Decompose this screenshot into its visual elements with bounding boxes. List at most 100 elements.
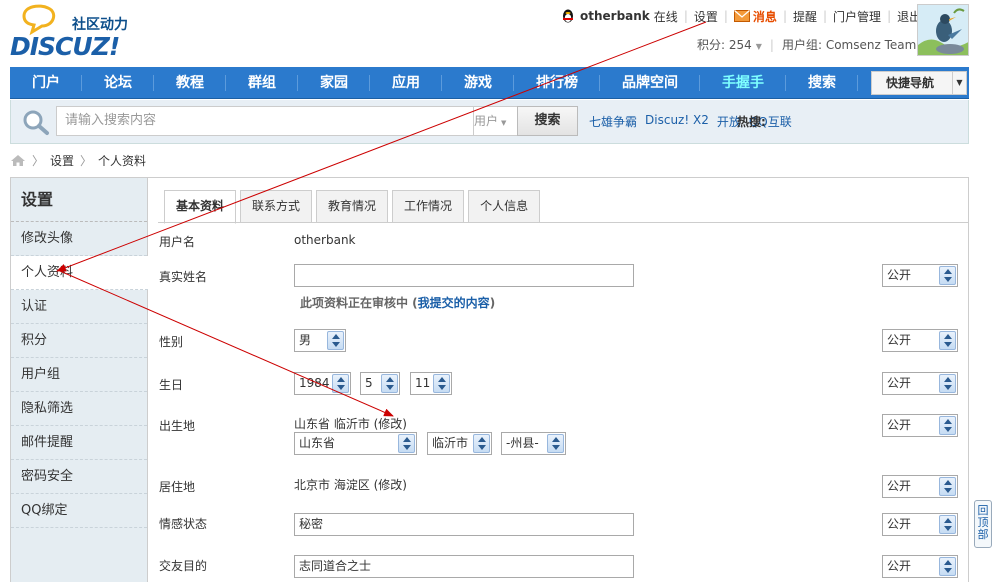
divider: |	[887, 9, 892, 23]
hot-word-link[interactable]: Discuz! X2	[645, 113, 709, 130]
points-menu[interactable]: 积分: 254 ▼	[697, 36, 762, 53]
birth-day-select[interactable]: 11	[410, 372, 452, 395]
privacy-value: 公开	[887, 418, 912, 432]
sidebar-item-8[interactable]: QQ绑定	[11, 494, 147, 528]
portal-manage-link[interactable]: 门户管理	[833, 8, 881, 25]
sidebar-item-0[interactable]: 修改头像	[11, 222, 147, 256]
birth-province-value: 山东省	[299, 436, 336, 450]
birth-county-select[interactable]: -州县-	[501, 432, 566, 455]
affective-input[interactable]: 秘密	[294, 513, 634, 536]
hot-word-link[interactable]: 七雄争霸	[589, 113, 637, 130]
sidebar-item-4[interactable]: 用户组	[11, 358, 147, 392]
tab-divider	[158, 222, 969, 223]
affective-privacy-select[interactable]: 公开	[882, 513, 958, 536]
birthday-privacy-select[interactable]: 公开	[882, 372, 958, 395]
avatar[interactable]	[917, 4, 969, 56]
home-icon[interactable]	[10, 154, 26, 167]
purpose-privacy-select[interactable]: 公开	[882, 555, 958, 578]
sidebar-item-6[interactable]: 邮件提醒	[11, 426, 147, 460]
nav-item-10[interactable]: 搜索	[786, 67, 858, 99]
birthplace-label: 出生地	[159, 419, 196, 433]
divider: |	[683, 9, 688, 23]
realname-input[interactable]	[294, 264, 634, 287]
settings-sidebar: 设置 修改头像 个人资料 认证 积分 用户组 隐私筛选 邮件提醒 密码安全 QQ绑定	[11, 178, 148, 582]
nav-item-1[interactable]: 论坛	[82, 67, 154, 99]
review-suffix: )	[489, 296, 496, 310]
privacy-value: 公开	[887, 376, 912, 390]
spinner-icon	[939, 515, 956, 534]
search-bar: 请输入搜索内容 用户 ▼ 搜索 热搜: 七雄争霸 Discuz! X2 开放 QQ互联	[10, 100, 969, 144]
realname-label: 真实姓名	[159, 270, 208, 284]
nav-item-6[interactable]: 游戏	[442, 67, 514, 99]
search-input[interactable]: 请输入搜索内容	[56, 106, 474, 136]
user-toolbar: otherbank 在线 | 设置 | 消息 | 提醒 | 门户管理 | 退出	[560, 8, 921, 24]
spinner-icon	[398, 434, 415, 453]
nav-item-9[interactable]: 手握手	[700, 67, 786, 99]
birth-month-value: 5	[365, 376, 373, 390]
breadcrumb-settings[interactable]: 设置	[50, 152, 74, 169]
spinner-icon	[547, 434, 564, 453]
online-status: 在线	[653, 9, 678, 24]
sidebar-item-1[interactable]: 个人资料	[11, 256, 148, 290]
nav-item-0[interactable]: 门户	[10, 67, 82, 99]
spinner-icon	[381, 374, 398, 393]
gender-privacy-select[interactable]: 公开	[882, 329, 958, 352]
chevron-down-icon: ▼	[952, 72, 966, 94]
search-button[interactable]: 搜索	[517, 106, 578, 136]
residence-privacy-select[interactable]: 公开	[882, 475, 958, 498]
settings-link[interactable]: 设置	[694, 8, 718, 25]
spinner-icon	[433, 374, 450, 393]
back-to-top-button[interactable]: 回顶部	[974, 500, 992, 548]
quick-nav-button[interactable]: 快捷导航 ▼	[871, 71, 967, 95]
birth-month-select[interactable]: 5	[360, 372, 400, 395]
realname-privacy-select[interactable]: 公开	[882, 264, 958, 287]
messages-link[interactable]: 消息	[753, 8, 777, 25]
nav-item-4[interactable]: 家园	[298, 67, 370, 99]
tab-3[interactable]: 工作情况	[392, 190, 465, 223]
birthplace-text[interactable]: 山东省 临沂市 (修改)	[294, 415, 407, 432]
birthplace-privacy-select[interactable]: 公开	[882, 414, 958, 437]
privacy-value: 公开	[887, 268, 912, 282]
my-submissions-link[interactable]: 我提交的内容	[418, 296, 490, 310]
discuz-logo[interactable]: 社区动力 DISCUZ!	[10, 2, 145, 61]
tab-4[interactable]: 个人信息	[468, 190, 541, 223]
sidebar-item-7[interactable]: 密码安全	[11, 460, 147, 494]
affective-label: 情感状态	[159, 517, 208, 531]
birth-province-select[interactable]: 山东省	[294, 432, 417, 455]
sidebar-item-2[interactable]: 认证	[11, 290, 147, 324]
hot-search-label: 热搜:	[737, 115, 766, 129]
birth-city-value: 临沂市	[432, 436, 469, 450]
nav-item-8[interactable]: 品牌空间	[600, 67, 700, 99]
birth-year-select[interactable]: 1984	[294, 372, 351, 395]
sidebar-item-3[interactable]: 积分	[11, 324, 147, 358]
spinner-icon	[939, 416, 956, 435]
search-type-select[interactable]: 用户 ▼	[474, 106, 519, 136]
spinner-icon	[939, 266, 956, 285]
bird-avatar-icon	[918, 5, 968, 55]
tab-1[interactable]: 联系方式	[240, 190, 313, 223]
birth-city-select[interactable]: 临沂市	[427, 432, 492, 455]
gender-label: 性别	[159, 335, 184, 349]
logo-wordmark: DISCUZ!	[10, 32, 120, 61]
birth-day-value: 11	[415, 376, 431, 390]
username-link[interactable]: otherbank	[580, 9, 650, 23]
residence-text[interactable]: 北京市 海淀区 (修改)	[294, 476, 407, 493]
tab-2[interactable]: 教育情况	[316, 190, 389, 223]
nav-item-3[interactable]: 群组	[226, 67, 298, 99]
nav-item-2[interactable]: 教程	[154, 67, 226, 99]
purpose-input[interactable]: 志同道合之士	[294, 555, 634, 578]
nav-item-5[interactable]: 应用	[370, 67, 442, 99]
spinner-icon	[939, 331, 956, 350]
residence-label: 居住地	[159, 480, 196, 494]
sidebar-item-5[interactable]: 隐私筛选	[11, 392, 147, 426]
hot-searches: 热搜: 七雄争霸 Discuz! X2 开放 QQ互联	[589, 113, 792, 130]
divider: |	[723, 9, 728, 23]
spinner-icon	[473, 434, 490, 453]
reminders-link[interactable]: 提醒	[793, 8, 817, 25]
nav-item-7[interactable]: 排行榜	[514, 67, 600, 99]
tab-0[interactable]: 基本资料	[164, 190, 237, 224]
divider: |	[823, 9, 828, 23]
gender-select[interactable]: 男	[294, 329, 346, 352]
speech-bubble-icon	[22, 4, 56, 36]
usergroup-link[interactable]: 用户组: Comsenz Team	[782, 36, 916, 53]
